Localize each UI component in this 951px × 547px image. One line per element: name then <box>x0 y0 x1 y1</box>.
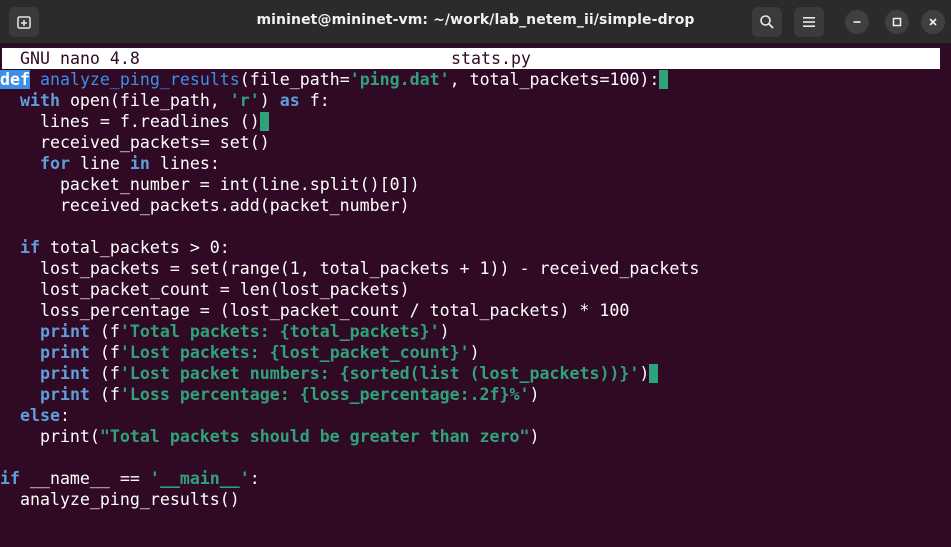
nano-filename: stats.py <box>451 49 531 68</box>
keyword: print <box>39 364 90 383</box>
search-icon <box>760 15 774 29</box>
string-literal: 'Loss percentage: {loss_percentage:.2f}%… <box>119 385 530 404</box>
code-text: ) <box>469 343 480 362</box>
close-button[interactable] <box>921 10 945 34</box>
search-button[interactable] <box>752 7 782 37</box>
string-literal: 'Lost packets: {lost_packet_count}' <box>119 343 470 362</box>
code-line: else: <box>0 405 699 426</box>
code-text: ) <box>529 385 540 404</box>
maximize-icon <box>892 17 902 27</box>
code-line: print (f'Loss percentage: {loss_percenta… <box>0 384 699 405</box>
function-name: analyze_ping_results <box>39 70 240 89</box>
code-text: (f <box>89 364 120 383</box>
string-literal: 'r' <box>229 91 260 110</box>
code-text: line <box>69 154 130 173</box>
string-literal: "Total packets should be greater than ze… <box>99 427 530 446</box>
code-text: (f <box>89 343 120 362</box>
code-text: f: <box>299 91 330 110</box>
keyword: in <box>129 154 150 173</box>
keyword: print <box>39 322 90 341</box>
code-line: lost_packets = set(range(1, total_packet… <box>0 259 700 278</box>
keyword: if <box>19 238 40 257</box>
code-text: lines: <box>149 154 220 173</box>
code-text: print( <box>0 427 100 446</box>
hamburger-menu-icon <box>803 17 815 27</box>
code-text: : <box>59 406 70 425</box>
code-text: ) <box>529 427 540 446</box>
string-literal: 'Lost packet numbers: {sorted(list (lost… <box>119 364 640 383</box>
terminal-window: mininet@mininet-vm: ~/work/lab_netem_ii/… <box>0 0 951 547</box>
cursor-marker <box>259 112 269 131</box>
maximize-button[interactable] <box>885 10 909 34</box>
keyword: print <box>39 385 90 404</box>
title-bar: mininet@mininet-vm: ~/work/lab_netem_ii/… <box>0 0 951 44</box>
minimize-button[interactable] <box>845 10 869 34</box>
code-line: loss_percentage = (lost_packet_count / t… <box>0 301 630 320</box>
code-line: received_packets= set() <box>0 133 270 152</box>
code-line: if __name__ == '__main__': <box>0 468 699 489</box>
code-line: print("Total packets should be greater t… <box>0 426 699 447</box>
code-line: lost_packet_count = len(lost_packets) <box>0 280 410 299</box>
string-literal: '__main__' <box>149 469 250 488</box>
cursor-marker <box>649 364 659 383</box>
code-text: __name__ == <box>19 469 150 488</box>
code-text: (f <box>89 322 120 341</box>
code-line: print (f'Lost packets: {lost_packet_coun… <box>0 342 699 363</box>
string-literal: 'ping.dat' <box>349 70 450 89</box>
keyword: for <box>39 154 70 173</box>
code-text: : <box>249 469 260 488</box>
code-editor[interactable]: def analyze_ping_results(file_path='ping… <box>0 69 699 510</box>
code-line: received_packets.add(packet_number) <box>0 196 410 215</box>
code-text: lines = f.readlines () <box>0 112 260 131</box>
keyword: as <box>279 91 300 110</box>
keyword: else <box>19 406 60 425</box>
code-text: ) <box>259 91 280 110</box>
code-text: , total_packets=100): <box>449 70 660 89</box>
code-text: (file_path= <box>239 70 350 89</box>
code-line: def analyze_ping_results(file_path='ping… <box>0 69 699 90</box>
keyword: print <box>39 343 90 362</box>
close-icon <box>929 18 937 26</box>
menu-button[interactable] <box>794 7 824 37</box>
code-line: analyze_ping_results() <box>0 490 240 509</box>
code-line: print (f'Total packets: {total_packets}'… <box>0 321 699 342</box>
code-line: with open(file_path, 'r') as f: <box>0 90 699 111</box>
code-line: print (f'Lost packet numbers: {sorted(li… <box>0 363 699 384</box>
code-line: lines = f.readlines () <box>0 111 699 132</box>
nano-version: GNU nano 4.8 <box>20 49 140 68</box>
keyword: with <box>19 91 60 110</box>
code-text: open(file_path, <box>59 91 230 110</box>
keyword: if <box>0 469 20 488</box>
keyword: def <box>0 70 30 89</box>
code-text: ) <box>439 322 450 341</box>
code-line: packet_number = int(line.split()[0]) <box>0 175 420 194</box>
code-line: if total_packets > 0: <box>0 237 699 258</box>
code-text: (f <box>89 385 120 404</box>
terminal-area[interactable]: GNU nano 4.8 stats.py def analyze_ping_r… <box>0 44 951 547</box>
string-literal: 'Total packets: {total_packets}' <box>119 322 440 341</box>
cursor-marker <box>659 70 669 89</box>
nano-header-bar: GNU nano 4.8 stats.py <box>2 48 940 69</box>
code-text: total_packets > 0: <box>39 238 230 257</box>
minimize-icon <box>853 21 861 23</box>
code-text: ) <box>639 364 650 383</box>
code-line: for line in lines: <box>0 153 699 174</box>
